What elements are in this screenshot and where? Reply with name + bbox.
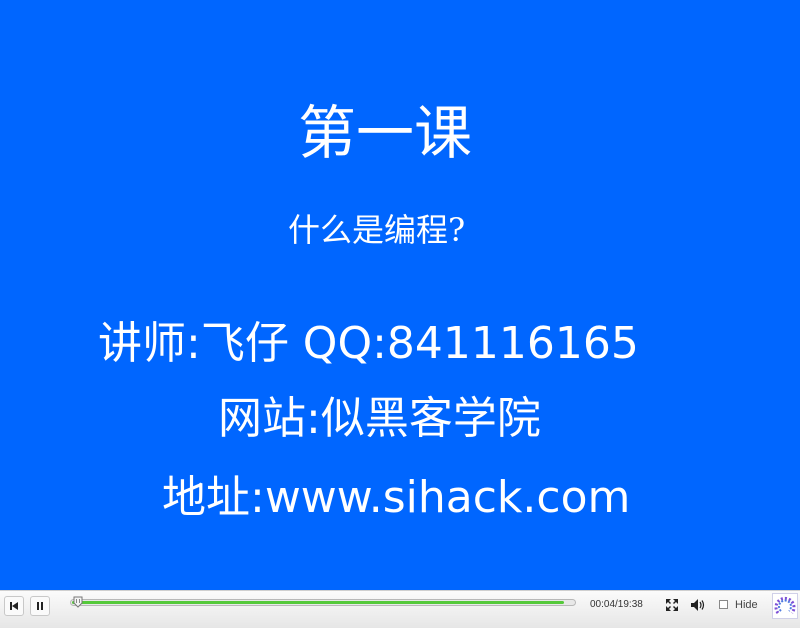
player-control-bar: 00:04/19:38 Hide xyxy=(0,590,800,628)
instructor-line: 讲师:飞仔 QQ:841116165 xyxy=(98,318,639,369)
lesson-subtitle: 什么是编程? xyxy=(288,211,466,249)
seek-bar[interactable] xyxy=(70,596,576,608)
time-display: 00:04/19:38 xyxy=(590,599,643,610)
hide-checkbox[interactable] xyxy=(719,600,728,609)
seek-handle-icon[interactable] xyxy=(73,596,83,608)
logo-icon[interactable] xyxy=(772,593,798,619)
pause-button[interactable] xyxy=(30,596,50,616)
website-line: 网站:似黑客学院 xyxy=(218,393,541,444)
fullscreen-icon[interactable] xyxy=(665,598,679,612)
seek-progress-fill xyxy=(72,601,564,604)
slide-content: 第一课 什么是编程? 讲师:飞仔 QQ:841116165 网站:似黑客学院 地… xyxy=(0,0,800,590)
rewind-button[interactable] xyxy=(4,596,24,616)
address-line: 地址:www.sihack.com xyxy=(162,472,631,523)
pause-icon xyxy=(37,602,43,610)
lesson-title: 第一课 xyxy=(298,99,473,167)
volume-icon[interactable] xyxy=(690,598,706,612)
rewind-icon xyxy=(10,602,18,610)
hide-label[interactable]: Hide xyxy=(735,599,758,611)
